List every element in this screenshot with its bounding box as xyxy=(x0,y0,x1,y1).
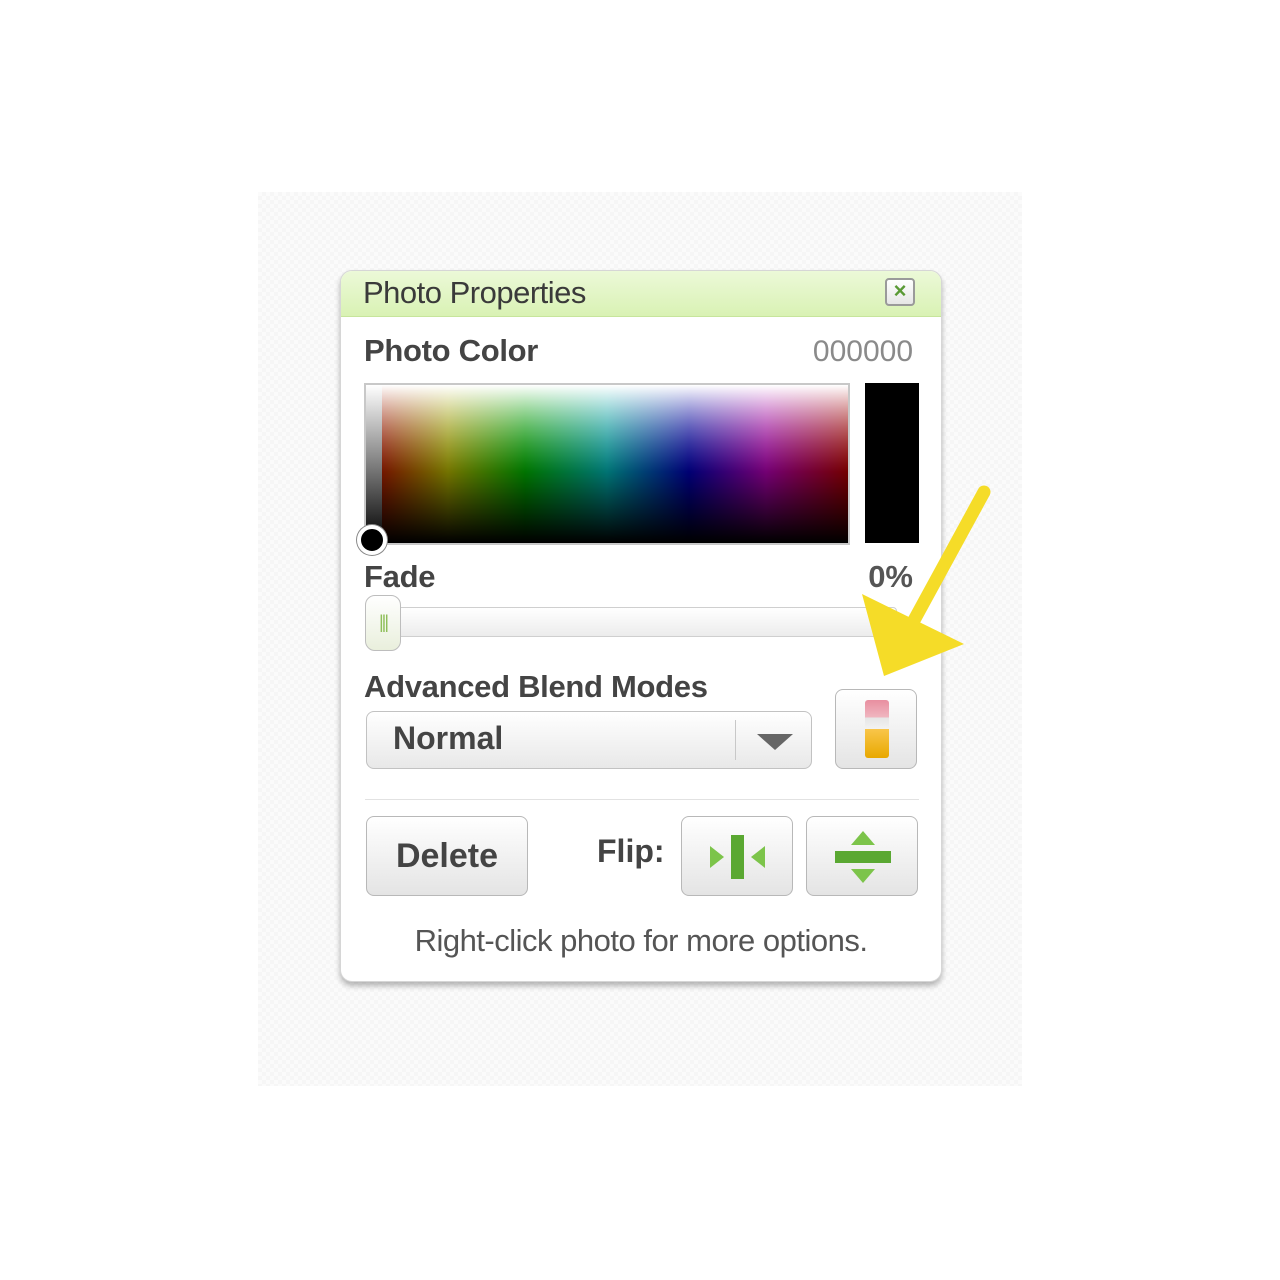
hint-text: Right-click photo for more options. xyxy=(414,923,868,958)
flip-vertical-button[interactable] xyxy=(806,816,918,896)
blend-mode-selected: Normal xyxy=(393,720,504,756)
photo-properties-panel: Photo Properties × Photo Color 000000 Fa… xyxy=(340,270,942,982)
grayscale-strip xyxy=(366,385,382,543)
screenshot-canvas: Photo Properties × Photo Color 000000 Fa… xyxy=(0,0,1280,1280)
blend-modes-label: Advanced Blend Modes xyxy=(364,669,708,704)
flip-horizontal-button[interactable] xyxy=(681,816,793,896)
flip-horizontal-icon xyxy=(710,835,765,879)
blend-mode-select[interactable]: Normal xyxy=(366,711,812,769)
photo-color-label: Photo Color xyxy=(364,333,539,368)
close-button[interactable]: × xyxy=(885,278,915,306)
color-picker-handle[interactable] xyxy=(357,525,387,555)
gradient-icon xyxy=(865,700,889,758)
close-icon: × xyxy=(893,278,907,303)
chevron-down-icon xyxy=(757,734,793,750)
fade-slider-handle[interactable]: ||| xyxy=(365,595,401,651)
fade-value: 0% xyxy=(868,559,913,594)
panel-title: Photo Properties xyxy=(363,275,586,310)
flip-label: Flip: xyxy=(597,833,665,869)
color-spectrum-picker[interactable] xyxy=(364,383,850,545)
delete-button-label: Delete xyxy=(395,837,499,875)
panel-title-bar: Photo Properties × xyxy=(341,271,941,317)
section-divider xyxy=(365,799,919,800)
flip-vertical-icon xyxy=(835,831,891,883)
delete-button[interactable]: Delete xyxy=(366,816,528,896)
select-divider xyxy=(735,720,736,760)
fade-label: Fade xyxy=(364,559,436,594)
hex-color-value[interactable]: 000000 xyxy=(813,335,913,369)
fade-slider-track[interactable] xyxy=(367,607,897,637)
color-swatch-preview xyxy=(865,383,919,543)
advanced-blend-button[interactable] xyxy=(835,689,917,769)
